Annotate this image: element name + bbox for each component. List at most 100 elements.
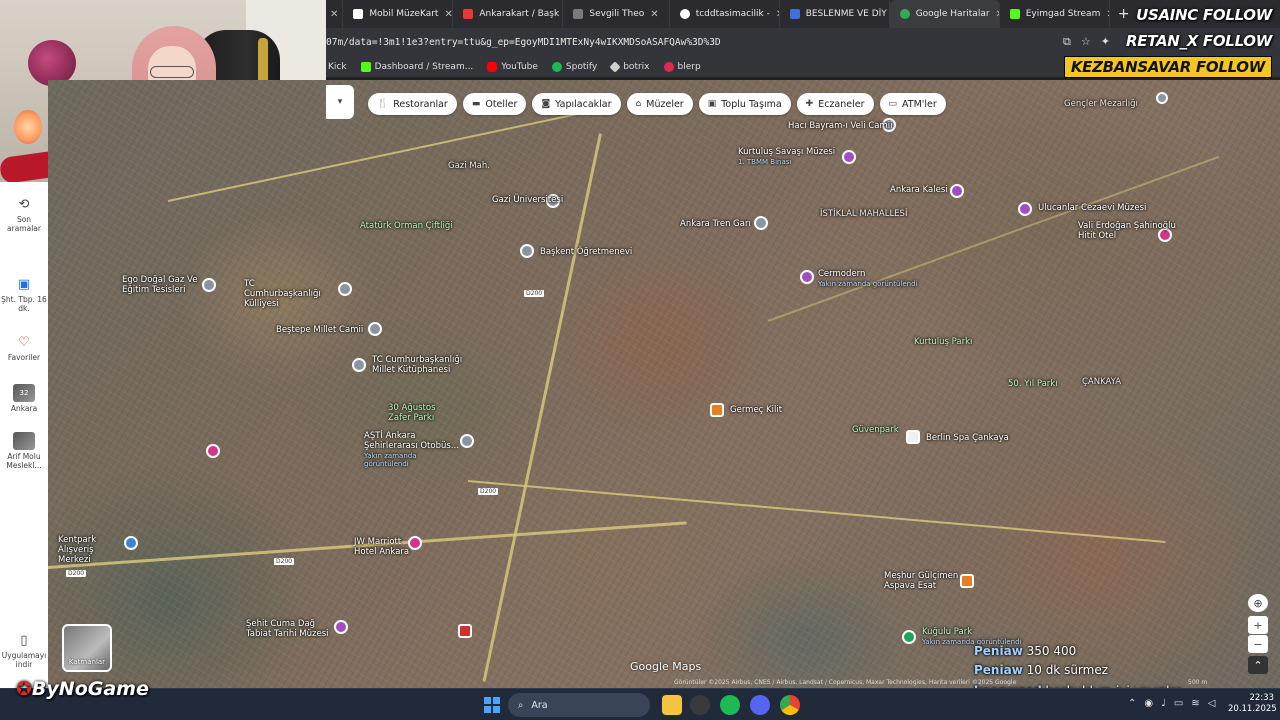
- bookmark-star-icon[interactable]: ☆: [1081, 35, 1091, 49]
- museum-pin[interactable]: [1018, 202, 1032, 216]
- expand-button[interactable]: ⌃: [1248, 656, 1268, 674]
- taskbar-search[interactable]: ⌕ Ara: [508, 693, 650, 717]
- map-label[interactable]: Gazi Üniversitesi: [492, 195, 563, 206]
- bus-station-pin[interactable]: [460, 434, 474, 448]
- park-label[interactable]: Kurtuluş Parkı: [914, 337, 972, 348]
- tab-google-maps[interactable]: Google Haritalar✕: [889, 0, 1000, 28]
- collapse-panel-button[interactable]: ▾: [326, 85, 354, 119]
- chip-museums[interactable]: ⌂ Müzeler: [626, 93, 693, 115]
- hotel-pin[interactable]: [206, 444, 220, 458]
- map-pin[interactable]: [1156, 92, 1168, 104]
- map-label[interactable]: Başkent Öğretmenevi: [540, 247, 632, 258]
- tab-3[interactable]: Sevgili Theo ✕: [563, 0, 670, 28]
- chip-things-to-do[interactable]: ◙ Yapılacaklar: [532, 93, 621, 115]
- satellite-map[interactable]: D200 D200 D200 D200 Hacı Bayram-ı Veli C…: [48, 80, 1280, 688]
- bookmark-botrix[interactable]: botrix: [609, 60, 650, 73]
- chevron-up-icon[interactable]: ⌃: [1128, 698, 1136, 709]
- chip-pharmacies[interactable]: ✚ Eczaneler: [796, 93, 874, 115]
- park-label[interactable]: Atatürk Orman Çiftliği: [360, 221, 453, 232]
- tab-5[interactable]: BESLENME VE DİY✕: [780, 0, 890, 28]
- museum-icon: [353, 9, 364, 19]
- map-label[interactable]: JW Marriott Hotel Ankara: [354, 537, 414, 558]
- transit-icon: ▣: [17, 277, 31, 292]
- close-tab-icon[interactable]: ✕: [444, 9, 452, 20]
- volume-icon[interactable]: ◁: [1208, 698, 1216, 709]
- map-label[interactable]: Germeç Kilit: [730, 405, 782, 416]
- rail-ankara[interactable]: 32 Ankara: [0, 384, 48, 414]
- train-pin[interactable]: [754, 216, 768, 230]
- map-label[interactable]: Ego Doğal Gaz Ve Eğitim Tesisleri: [122, 275, 212, 296]
- clock[interactable]: 22:33 20.11.2025: [1228, 693, 1277, 715]
- museum-pin[interactable]: [334, 620, 348, 634]
- close-tab-icon[interactable]: ✕: [650, 9, 658, 20]
- hotel-pin[interactable]: [520, 244, 534, 258]
- rail-recent-searches[interactable]: ⟲ Son aramalar: [0, 197, 48, 233]
- bookmark-spotify[interactable]: Spotify: [551, 61, 597, 72]
- network-icon[interactable]: ◉: [1144, 698, 1153, 709]
- layers-button[interactable]: Katmanlar: [62, 624, 112, 672]
- tab-0[interactable]: ✕: [326, 0, 344, 28]
- chrome-icon[interactable]: [780, 695, 800, 715]
- spotify-icon[interactable]: [720, 695, 740, 715]
- hospital-pin[interactable]: [458, 624, 472, 638]
- tab-1[interactable]: Mobil MüzeKart ✕: [343, 0, 454, 28]
- map-label[interactable]: TC Cumhurbaşkanlığı Külliyesi: [244, 279, 334, 309]
- bookmark-dashboard[interactable]: Dashboard / Stream...: [360, 61, 473, 72]
- file-explorer-icon[interactable]: [662, 695, 682, 715]
- tab-2[interactable]: Ankarakart / Başk✕: [453, 0, 564, 28]
- map-label[interactable]: AŞTİ Ankara Şehirlerarası Otobüs... Yakın…: [364, 431, 462, 468]
- rail-transit[interactable]: ▣ Şht. Tbp. 16 dk.: [0, 277, 48, 313]
- museum-pin[interactable]: [842, 150, 856, 164]
- shopping-pin[interactable]: [124, 536, 138, 550]
- spa-pin[interactable]: [906, 430, 920, 444]
- close-tab-icon[interactable]: ✕: [330, 9, 338, 20]
- bookmark-blerp[interactable]: blerp: [663, 61, 701, 72]
- chip-atms[interactable]: ▭ ATM'ler: [879, 93, 946, 115]
- map-label[interactable]: Şehit Cuma Dağ Tabiat Tarihi Müzesi: [246, 619, 332, 640]
- map-label[interactable]: Berlin Spa Çankaya: [926, 433, 1009, 444]
- rail-download-app[interactable]: ▯ Uygulamayı indir: [0, 633, 48, 669]
- tab-4[interactable]: tcddtasimacilik -✕: [670, 0, 780, 28]
- map-label[interactable]: Ankara Kalesi: [890, 185, 948, 196]
- map-label[interactable]: Vali Erdoğan Şahinoğlu Hitit Otel: [1078, 221, 1188, 242]
- windows-start-icon[interactable]: [484, 697, 500, 713]
- map-label[interactable]: Ankara Tren Garı: [680, 219, 751, 230]
- zoom-out-button[interactable]: −: [1248, 635, 1268, 653]
- chip-restaurants[interactable]: 🍴 Restoranlar: [368, 93, 457, 115]
- library-pin[interactable]: [352, 358, 366, 372]
- map-label[interactable]: Cermodern Yakın zamanda görüntülendi: [818, 269, 917, 288]
- extensions-icon[interactable]: ✦: [1101, 35, 1110, 49]
- chip-hotels[interactable]: ▬ Oteller: [462, 93, 527, 115]
- my-location-button[interactable]: ⊕: [1248, 594, 1268, 612]
- gallery-pin[interactable]: [800, 270, 814, 284]
- obs-icon[interactable]: [690, 695, 710, 715]
- rail-arif-molu[interactable]: Arif Molu Meslekl...: [0, 432, 48, 470]
- map-label[interactable]: Kentpark Alışveriş Merkezi: [58, 535, 122, 565]
- display-icon[interactable]: ▭: [1174, 698, 1183, 709]
- map-label[interactable]: TC Cumhurbaşkanlığı Millet Kütüphanesi: [372, 355, 468, 376]
- discord-icon[interactable]: [750, 695, 770, 715]
- tab-7[interactable]: Eyimgad Stream✕: [1000, 0, 1110, 28]
- map-label[interactable]: Ulucanlar Cezaevi Müzesi: [1038, 203, 1146, 214]
- bookmark-youtube[interactable]: YouTube: [487, 61, 538, 72]
- bookmark-kick[interactable]: Kick: [328, 62, 347, 72]
- map-label[interactable]: Beştepe Millet Camii: [276, 325, 363, 336]
- wifi-icon[interactable]: ≋: [1191, 698, 1199, 709]
- castle-pin[interactable]: [950, 184, 964, 198]
- mic-icon[interactable]: ♩: [1161, 698, 1166, 709]
- park-pin[interactable]: [902, 630, 916, 644]
- new-tab-icon[interactable]: +: [1110, 6, 1138, 22]
- map-label[interactable]: Meşhur Gülçimen Aspava Esat: [884, 571, 964, 592]
- rail-favorites[interactable]: ♡ Favoriler: [0, 335, 48, 363]
- landmark-pin[interactable]: [338, 282, 352, 296]
- map-label[interactable]: Hacı Bayram-ı Veli Camii: [788, 121, 892, 132]
- restaurant-pin[interactable]: [710, 403, 724, 417]
- park-label[interactable]: Güvenpark: [852, 425, 899, 436]
- mosque-pin[interactable]: [368, 322, 382, 336]
- install-icon[interactable]: ⧉: [1063, 35, 1071, 49]
- map-label[interactable]: Kurtuluş Savaşı Müzesi 1. TBMM Binası: [738, 147, 835, 166]
- park-label[interactable]: 50. Yıl Parkı: [1008, 379, 1058, 390]
- park-label[interactable]: 30 Ağustos Zafer Parkı: [388, 403, 448, 424]
- chip-transit[interactable]: ▣ Toplu Taşıma: [698, 93, 791, 115]
- zoom-in-button[interactable]: +: [1248, 616, 1268, 634]
